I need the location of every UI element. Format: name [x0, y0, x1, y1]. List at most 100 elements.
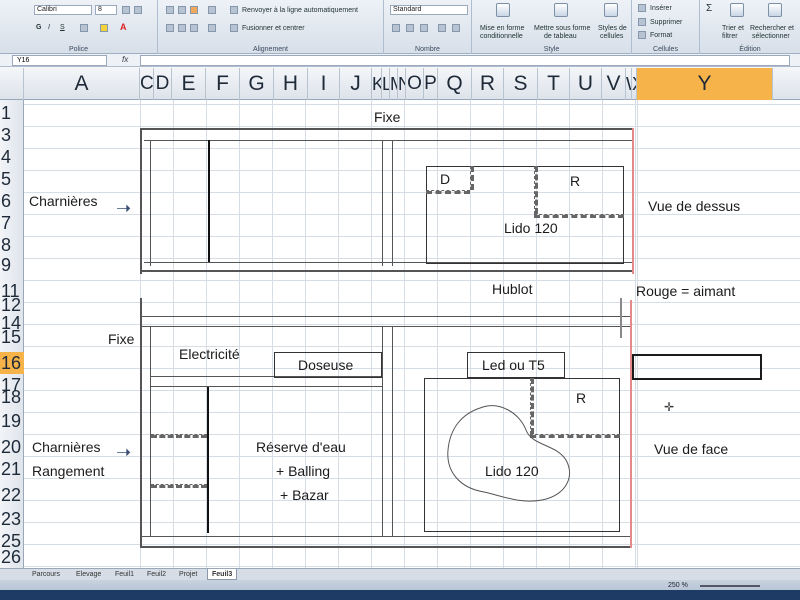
format-icon[interactable]	[638, 31, 646, 39]
align-center-icon[interactable]	[178, 24, 186, 32]
insert-function-button[interactable]: fx	[122, 55, 128, 64]
column-header-h[interactable]: H	[274, 68, 308, 100]
font-name-select[interactable]: Calibri	[34, 5, 92, 15]
align-left-icon[interactable]	[166, 24, 174, 32]
column-header-g[interactable]: G	[240, 68, 274, 100]
column-header-c[interactable]: C	[140, 68, 154, 100]
table-format-label-1[interactable]: Mettre sous forme	[534, 25, 590, 32]
row-header-19[interactable]: 19	[0, 410, 24, 432]
zoom-slider[interactable]	[700, 585, 760, 587]
sort-filter-icon[interactable]	[730, 3, 744, 17]
font-color-icon[interactable]: A	[120, 22, 127, 32]
worksheet-grid[interactable]: Fixe D R Lido 120 Charnières ➝ Vue de de…	[24, 100, 800, 570]
insert-icon[interactable]	[638, 4, 646, 12]
column-header-o[interactable]: O	[406, 68, 424, 100]
sheet-tab-projet[interactable]: Projet	[175, 569, 201, 580]
autosum-icon[interactable]: Σ	[706, 3, 712, 14]
column-header-d[interactable]: D	[154, 68, 172, 100]
row-header-21[interactable]: 21	[0, 458, 24, 480]
column-header-a[interactable]: A	[24, 68, 140, 100]
row-header-7[interactable]: 7	[0, 212, 24, 234]
sheet-tab-feuil2[interactable]: Feuil2	[143, 569, 170, 580]
align-right-icon[interactable]	[190, 24, 198, 32]
sheet-tab-feuil1[interactable]: Feuil1	[111, 569, 138, 580]
number-format-select[interactable]: Standard	[390, 5, 468, 15]
column-header-u[interactable]: U	[570, 68, 602, 100]
cell-styles-label-1[interactable]: Styles de	[598, 25, 627, 32]
table-format-icon[interactable]	[554, 3, 568, 17]
row-header-16[interactable]: 16	[0, 352, 24, 374]
find-select-icon[interactable]	[768, 3, 782, 17]
wrap-text-icon[interactable]	[230, 6, 238, 14]
percent-icon[interactable]	[406, 24, 414, 32]
align-bottom-icon[interactable]	[190, 6, 198, 14]
delete-icon[interactable]	[638, 18, 646, 26]
sort-filter-label-2[interactable]: filtrer	[722, 33, 738, 40]
row-header-4[interactable]: 4	[0, 146, 24, 168]
row-header-8[interactable]: 8	[0, 234, 24, 256]
conditional-format-icon[interactable]	[496, 3, 510, 17]
row-header-18[interactable]: 18	[0, 386, 24, 408]
column-header-l[interactable]: L	[382, 68, 390, 100]
cell-styles-label-2[interactable]: cellules	[600, 33, 623, 40]
row-header-26[interactable]: 26	[0, 546, 24, 568]
select-all-corner[interactable]	[0, 68, 24, 100]
sheet-tab-elevage[interactable]: Elevage	[72, 569, 105, 580]
sort-filter-label-1[interactable]: Trier et	[722, 25, 744, 32]
align-middle-icon[interactable]	[178, 6, 186, 14]
row-header-23[interactable]: 23	[0, 508, 24, 530]
orientation-icon[interactable]	[208, 6, 216, 14]
column-header-j[interactable]: J	[340, 68, 372, 100]
align-top-icon[interactable]	[166, 6, 174, 14]
column-header-t[interactable]: T	[538, 68, 570, 100]
column-header-i[interactable]: I	[308, 68, 340, 100]
increase-decimal-icon[interactable]	[438, 24, 446, 32]
sheet-tab-feuil3[interactable]: Feuil3	[207, 569, 238, 580]
row-header-3[interactable]: 3	[0, 124, 24, 146]
formula-input[interactable]	[140, 55, 790, 66]
insert-button[interactable]: Insérer	[650, 5, 672, 12]
row-header-22[interactable]: 22	[0, 484, 24, 506]
decrease-decimal-icon[interactable]	[452, 24, 460, 32]
column-header-k[interactable]: K	[372, 68, 382, 100]
format-button[interactable]: Format	[650, 32, 672, 39]
grow-font-icon[interactable]	[122, 6, 130, 14]
column-header-p[interactable]: P	[424, 68, 438, 100]
row-header-15[interactable]: 15	[0, 326, 24, 348]
cell-styles-icon[interactable]	[604, 3, 618, 17]
sheet-tab-parcours[interactable]: Parcours	[28, 569, 64, 580]
column-header-y[interactable]: Y	[637, 68, 773, 100]
column-header-m[interactable]: M	[390, 68, 398, 100]
fill-color-icon[interactable]	[100, 24, 108, 32]
merge-center-button[interactable]: Fusionner et centrer	[242, 25, 305, 32]
wrap-text-button[interactable]: Renvoyer à la ligne automatiquement	[242, 7, 358, 14]
row-header-6[interactable]: 6	[0, 190, 24, 212]
find-select-label-2[interactable]: sélectionner	[752, 33, 790, 40]
column-y-area[interactable]	[637, 100, 773, 570]
column-header-f[interactable]: F	[206, 68, 240, 100]
borders-icon[interactable]	[80, 24, 88, 32]
font-size-select[interactable]: 8	[95, 5, 117, 15]
conditional-format-label-1[interactable]: Mise en forme	[480, 25, 524, 32]
merge-icon[interactable]	[230, 24, 238, 32]
delete-button[interactable]: Supprimer	[650, 19, 682, 26]
table-format-label-2[interactable]: de tableau	[544, 33, 577, 40]
name-box[interactable]: Y16	[12, 55, 107, 66]
column-header-n[interactable]: N	[398, 68, 406, 100]
column-header-s[interactable]: S	[504, 68, 538, 100]
column-header-v[interactable]: V	[602, 68, 626, 100]
row-header-20[interactable]: 20	[0, 436, 24, 458]
conditional-format-label-2[interactable]: conditionnelle	[480, 33, 523, 40]
bold-button[interactable]: G	[36, 24, 41, 31]
zoom-level[interactable]: 250 %	[668, 582, 688, 589]
column-header-r[interactable]: R	[472, 68, 504, 100]
row-header-9[interactable]: 9	[0, 254, 24, 276]
shrink-font-icon[interactable]	[134, 6, 142, 14]
underline-button[interactable]: S	[60, 24, 65, 31]
find-select-label-1[interactable]: Rechercher et	[750, 25, 794, 32]
column-header-e[interactable]: E	[172, 68, 206, 100]
italic-button[interactable]: I	[48, 24, 50, 31]
thousands-icon[interactable]	[420, 24, 428, 32]
currency-icon[interactable]	[392, 24, 400, 32]
indent-icon[interactable]	[208, 24, 216, 32]
